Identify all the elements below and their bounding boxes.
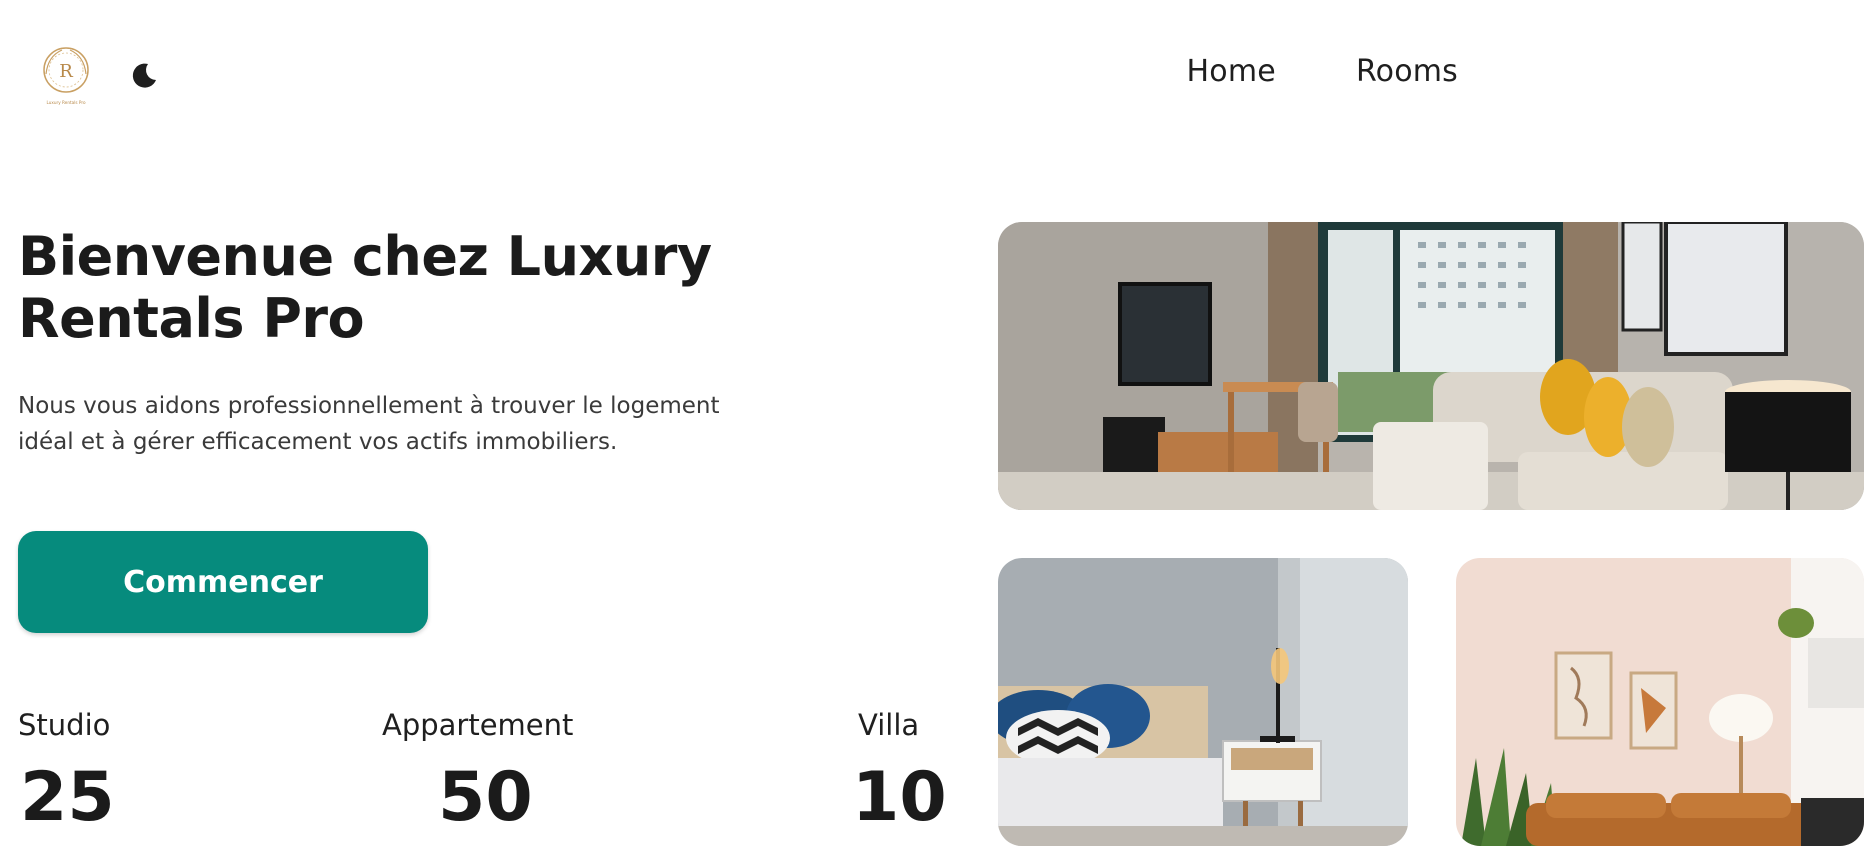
logo-emblem-icon: R Luxury Rentals Pro — [43, 47, 89, 105]
main-nav: Home Rooms — [1187, 54, 1458, 89]
get-started-button[interactable]: Commencer — [18, 531, 428, 633]
moon-icon — [132, 63, 156, 88]
bedroom-photo — [998, 558, 1408, 846]
stat-label-villa: Villa — [858, 708, 920, 742]
stat-label-studio: Studio — [18, 708, 111, 742]
stat-value-studio: 25 — [20, 758, 115, 837]
lounge-photo — [1456, 558, 1864, 846]
brand-logo[interactable]: R Luxury Rentals Pro — [38, 44, 94, 108]
svg-text:R: R — [59, 61, 73, 82]
stat-label-apartment: Appartement — [382, 708, 574, 742]
hero-description: Nous vous aidons professionnellement à t… — [18, 393, 720, 455]
stat-value-apartment: 50 — [438, 758, 533, 837]
theme-toggle-button[interactable] — [128, 60, 160, 92]
svg-text:Luxury Rentals Pro: Luxury Rentals Pro — [46, 100, 85, 105]
living-room-photo — [998, 222, 1864, 510]
hero-title: Bienvenue chez Luxury Rentals Pro — [18, 225, 712, 350]
stat-value-villa: 10 — [852, 758, 947, 837]
nav-link-rooms[interactable]: Rooms — [1356, 54, 1458, 89]
site-header: R Luxury Rentals Pro Home Rooms — [0, 0, 1876, 150]
nav-link-home[interactable]: Home — [1187, 54, 1276, 89]
